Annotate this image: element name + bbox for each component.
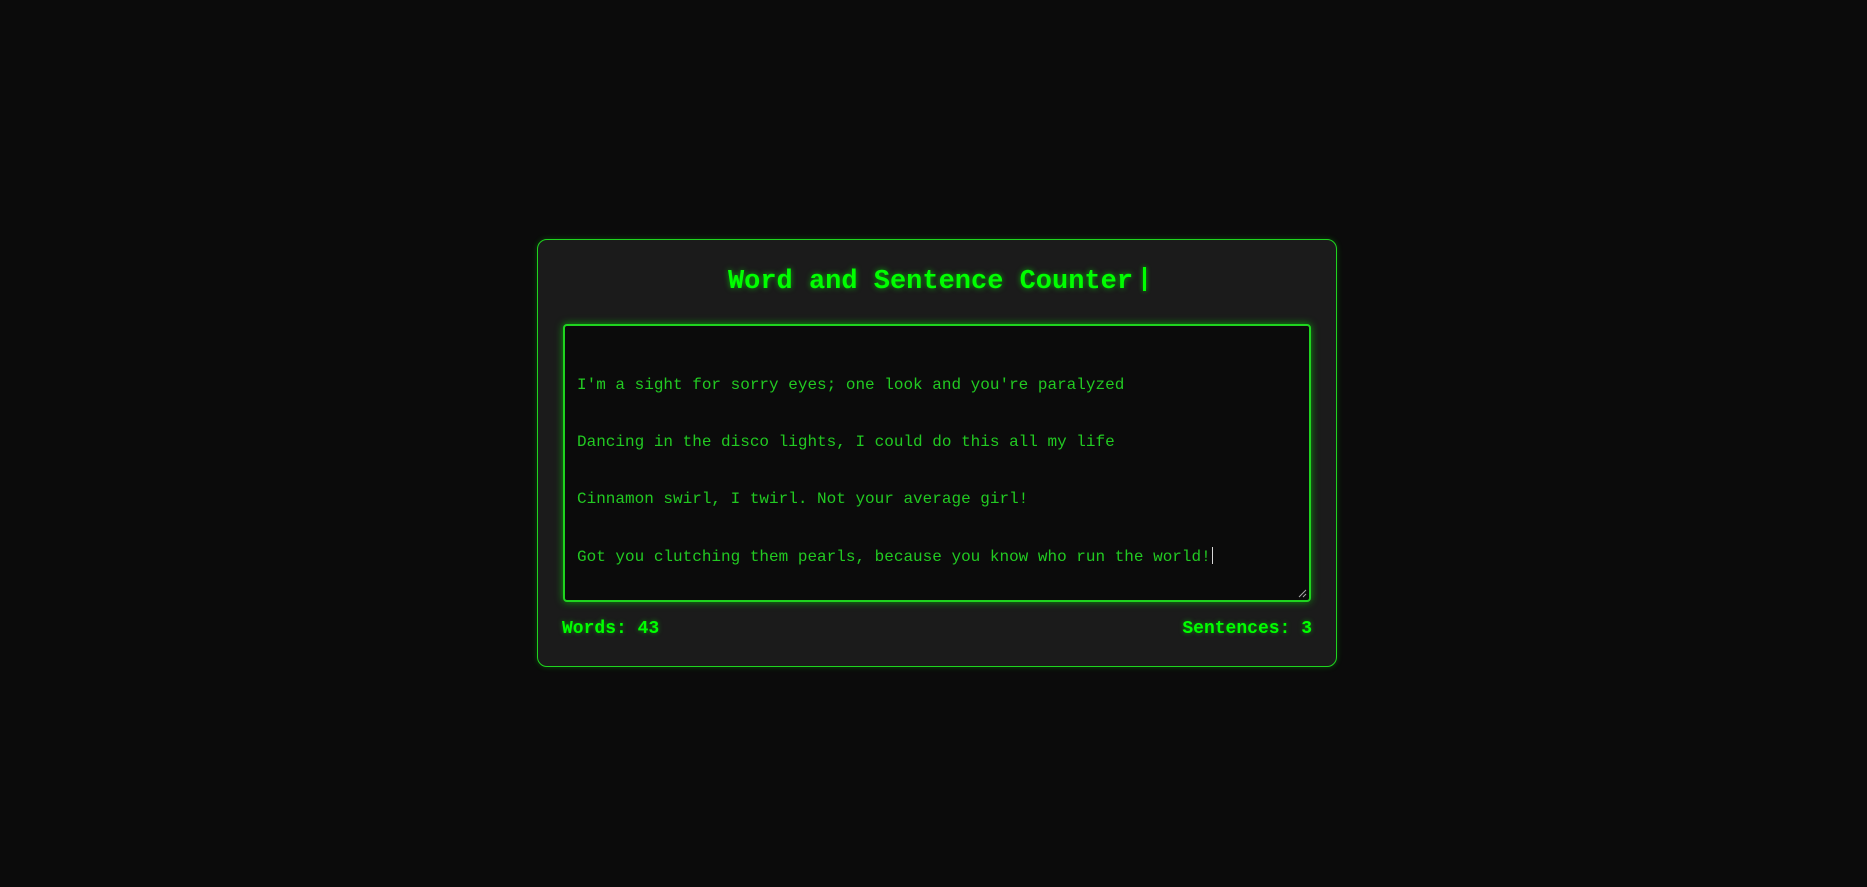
counter-card: Word and Sentence Counter I'm a sight fo… [537,239,1337,667]
word-count: Words: 43 [562,618,659,640]
text-line-content: Got you clutching them pearls, because y… [577,548,1211,566]
text-line: Cinnamon swirl, I twirl. Not your averag… [577,490,1029,508]
page-title: Word and Sentence Counter [538,264,1336,300]
text-line: Dancing in the disco lights, I could do … [577,433,1115,451]
word-count-value: 43 [637,619,660,639]
resize-handle-icon[interactable] [1298,589,1307,598]
title-text: Word and Sentence Counter [727,267,1134,297]
sentence-count-label: Sentences: [1182,619,1291,639]
text-caret [1211,547,1213,564]
text-line-last: Got you clutching them pearls, because y… [577,547,1297,566]
sentence-count-value: 3 [1301,619,1312,639]
word-count-label: Words: [562,619,627,639]
text-input-area[interactable]: I'm a sight for sorry eyes; one look and… [563,324,1311,602]
typing-cursor-icon [1143,267,1147,291]
text-line: I'm a sight for sorry eyes; one look and… [577,376,1125,394]
sentence-count: Sentences: 3 [1182,618,1312,640]
